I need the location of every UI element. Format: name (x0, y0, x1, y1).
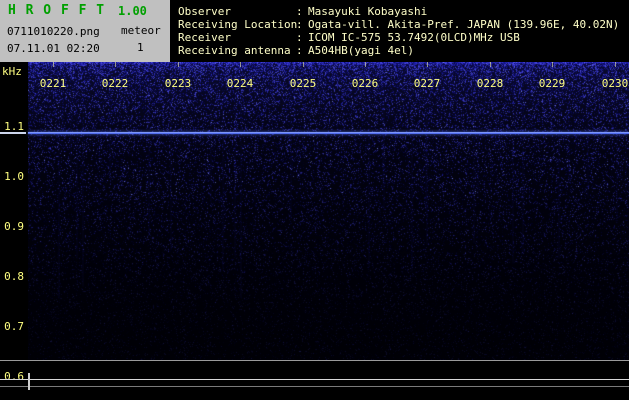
x-tick-0225: 0225 (288, 78, 318, 90)
minute-tick (178, 62, 179, 67)
minute-tick (490, 62, 491, 67)
spectrogram-plot: kHz 1.1 1.0 0.9 0.8 0.7 0.6 0221 0222 02… (0, 62, 629, 400)
minute-tick (552, 62, 553, 67)
x-tick-0221: 0221 (38, 78, 68, 90)
x-tick-0229: 0229 (537, 78, 567, 90)
output-filename: 0711010220.png (7, 25, 100, 38)
spectrogram-noise-canvas (28, 62, 629, 360)
meta-row-receiver: Receiver: ICOM IC-575 53.7492(0LCD)MHz US… (178, 31, 629, 44)
app-title: H R O F F T (8, 3, 105, 18)
hrofft-screen: H R O F F T 1.00 0711010220.png meteor 0… (0, 0, 629, 400)
signal-level-left-tick (28, 373, 30, 390)
x-tick-0228: 0228 (475, 78, 505, 90)
app-version: 1.00 (118, 4, 147, 18)
minute-tick (427, 62, 428, 67)
y-tick-0.8: 0.8 (0, 271, 24, 283)
minute-tick (53, 62, 54, 67)
mode-label: meteor (121, 24, 161, 37)
meta-value: Masayuki Kobayashi (308, 5, 427, 18)
meta-row-location: Receiving Location: Ogata-vill. Akita-Pre… (178, 18, 629, 31)
minute-tick (615, 62, 616, 67)
meta-label: Receiver (178, 31, 296, 44)
meta-separator: : (296, 5, 308, 18)
y-tick-0.7: 0.7 (0, 321, 24, 333)
x-tick-0230: 0230 (600, 78, 629, 90)
minute-tick (365, 62, 366, 67)
meta-label: Receiving antenna (178, 44, 296, 57)
x-tick-0224: 0224 (225, 78, 255, 90)
meta-value: Ogata-vill. Akita-Pref. JAPAN (139.96E, … (308, 18, 619, 31)
carrier-line-left-dash (0, 132, 26, 134)
echo-count: 1 (137, 41, 144, 54)
minute-tick (303, 62, 304, 67)
meta-separator: : (296, 44, 308, 57)
carrier-line (28, 132, 629, 134)
spectrogram-bottom-separator (0, 360, 629, 361)
meta-value: ICOM IC-575 53.7492(0LCD)MHz USB (308, 31, 520, 44)
signal-level-baseline-dim (0, 386, 629, 387)
meta-separator: : (296, 18, 308, 31)
y-tick-0.6: 0.6 (0, 371, 24, 383)
y-axis-unit-label: kHz (2, 65, 22, 78)
minute-tick (115, 62, 116, 67)
observation-metadata-panel: Observer: Masayuki Kobayashi Receiving Lo… (170, 0, 629, 62)
meta-label: Receiving Location (178, 18, 296, 31)
meta-row-observer: Observer: Masayuki Kobayashi (178, 5, 629, 18)
y-tick-1.0: 1.0 (0, 171, 24, 183)
minute-tick (240, 62, 241, 67)
meta-value: A504HB(yagi 4el) (308, 44, 414, 57)
meta-label: Observer (178, 5, 296, 18)
x-tick-0227: 0227 (412, 78, 442, 90)
x-tick-0222: 0222 (100, 78, 130, 90)
timestamp: 07.11.01 02:20 (7, 42, 100, 55)
x-tick-0226: 0226 (350, 78, 380, 90)
signal-level-baseline-bright (0, 379, 629, 380)
meta-row-antenna: Receiving antenna: A504HB(yagi 4el) (178, 44, 629, 57)
y-tick-0.9: 0.9 (0, 221, 24, 233)
app-info-panel: H R O F F T 1.00 0711010220.png meteor 0… (0, 0, 170, 62)
meta-separator: : (296, 31, 308, 44)
x-tick-0223: 0223 (163, 78, 193, 90)
